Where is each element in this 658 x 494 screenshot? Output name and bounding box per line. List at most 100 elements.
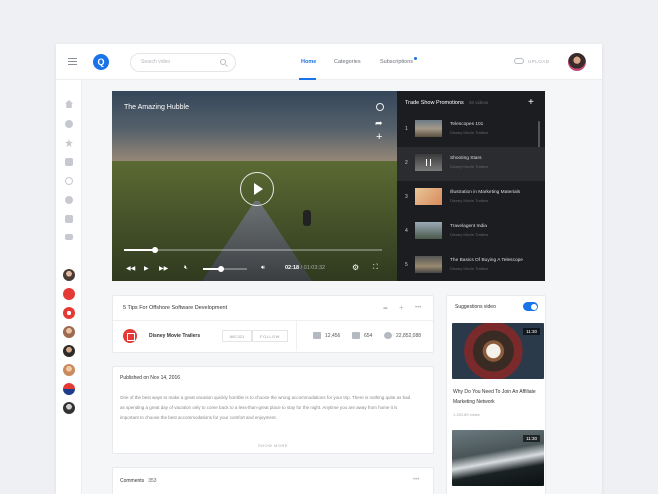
play-icon[interactable]: ▶ — [144, 265, 149, 272]
cloud-upload-icon[interactable] — [514, 58, 524, 64]
sidebar — [56, 80, 82, 494]
home-icon[interactable] — [65, 100, 73, 108]
active-tab-indicator — [299, 78, 316, 80]
channel-name[interactable]: Disney Movie Trailers — [149, 333, 200, 339]
suggestion-title[interactable]: Why Do You Need To Join An Affiliate Mar… — [453, 387, 543, 407]
divider — [296, 321, 297, 351]
add-to-playlist-icon[interactable]: + — [528, 97, 534, 108]
video-player[interactable]: The Amazing Hubble ➦ + ◀◀ ▶ ▶▶ 🔇︎ 🔊︎ 02:… — [112, 91, 397, 281]
volume-handle[interactable] — [217, 266, 224, 272]
thumbs-up-icon[interactable] — [313, 332, 321, 339]
suggestions-card: Suggestions video 11:30 Why Do You Need … — [446, 295, 546, 494]
user-avatar[interactable] — [568, 53, 586, 71]
tab-subscriptions[interactable]: Subscriptions — [380, 59, 413, 65]
search-icon[interactable] — [220, 59, 226, 65]
tab-categories[interactable]: Categories — [334, 59, 361, 65]
menu-icon[interactable] — [68, 58, 77, 65]
view-count: 22,852,088 — [396, 333, 422, 339]
star-icon[interactable] — [65, 139, 73, 147]
show-more-button[interactable]: SHOW MORE — [113, 443, 433, 448]
suggestion-thumbnail[interactable]: 11:30 — [452, 430, 544, 486]
playlist-thumbnail — [415, 188, 442, 205]
progress-fill — [124, 249, 155, 251]
comments-label: Comments — [120, 478, 145, 484]
progress-bar[interactable] — [124, 247, 382, 253]
channel-avatar[interactable] — [63, 269, 75, 281]
channel-avatar[interactable] — [63, 326, 75, 338]
volume-icon[interactable]: 🔊︎ — [261, 265, 265, 272]
playlist-item[interactable]: 3 Illustration in Marketing Materials Di… — [397, 181, 545, 215]
add-icon[interactable]: + — [399, 303, 404, 312]
autoplay-toggle[interactable] — [523, 302, 538, 311]
fast-forward-icon[interactable]: ▶▶ — [159, 265, 168, 272]
fullscreen-icon[interactable]: ⛶ — [373, 264, 378, 272]
channel-avatar[interactable] — [63, 288, 75, 300]
upload-button[interactable]: UPLOAD — [528, 59, 550, 64]
settings-icon[interactable]: ⚙ — [352, 263, 359, 272]
playlist-thumbnail — [415, 120, 442, 137]
current-time: 02:18 — [285, 265, 300, 271]
eye-icon — [384, 332, 392, 339]
more-icon[interactable]: ••• — [415, 305, 421, 311]
playlist-icon[interactable] — [65, 234, 73, 240]
playlist-item-title: The Basics Of Buying A Telescope — [450, 258, 523, 263]
published-date: Published on Nov 14, 2016 — [120, 375, 181, 381]
playlist-item[interactable]: 4 Travelagent India Disney Movie Trailer… — [397, 215, 545, 249]
pause-icon[interactable] — [426, 159, 431, 166]
playlist-item-number: 1 — [405, 126, 408, 132]
subscriber-count: 892,321 — [222, 330, 252, 342]
channel-avatar[interactable] — [63, 402, 75, 414]
user-icon[interactable] — [65, 120, 73, 128]
playlist-item-title: Travelagent India — [450, 224, 487, 229]
search-input[interactable]: Search video — [130, 53, 236, 72]
rewind-icon[interactable]: ◀◀ — [126, 265, 135, 272]
like-icon[interactable] — [65, 215, 73, 223]
thumbs-down-icon[interactable] — [352, 332, 360, 339]
app-logo[interactable]: Q — [93, 54, 109, 70]
add-icon[interactable]: + — [376, 132, 382, 143]
share-icon[interactable]: ➦ — [383, 305, 388, 312]
channel-avatar[interactable] — [63, 383, 75, 395]
playlist-item[interactable]: 2 Shooting Stars Disney Movie Trailers — [397, 147, 545, 181]
tab-home[interactable]: Home — [301, 59, 316, 65]
playlist-item-number: 3 — [405, 194, 408, 200]
cyclist-figure — [303, 210, 311, 226]
playlist-item-number: 5 — [405, 262, 408, 268]
channel-avatar[interactable] — [63, 345, 75, 357]
playlist-item-title: Shooting Stars — [450, 156, 482, 161]
playlist-item[interactable]: 1 Telescopes 101 Disney Movie Trailers — [397, 113, 545, 147]
follow-button[interactable]: FOLLOW — [252, 330, 288, 342]
clock-icon[interactable] — [65, 196, 73, 204]
mute-icon[interactable]: 🔇︎ — [184, 265, 188, 272]
app-window: Q Search video Home Categories Subscript… — [56, 44, 602, 494]
progress-handle[interactable] — [151, 247, 158, 253]
volume-slider[interactable] — [203, 266, 247, 272]
description-card: Published on Nov 14, 2016 One of the bes… — [112, 366, 434, 454]
playlist-item-channel: Disney Movie Trailers — [450, 130, 489, 135]
playlist-item-channel: Disney Movie Trailers — [450, 266, 489, 271]
playlist-item-number: 4 — [405, 228, 408, 234]
playlist-title: Trade Show Promotions — [405, 100, 464, 106]
video-duration: 11:30 — [523, 435, 540, 442]
playlist-thumbnail — [415, 256, 442, 273]
watch-later-icon[interactable] — [376, 103, 384, 111]
share-icon[interactable]: ➦ — [375, 118, 383, 129]
suggestion-thumbnail[interactable]: 11:30 — [452, 323, 544, 379]
suggestion-views: 1,253,89 views — [453, 412, 480, 417]
history-icon[interactable] — [65, 177, 73, 185]
dislike-count: 654 — [364, 333, 373, 339]
channel-avatar[interactable] — [63, 364, 75, 376]
top-bar: Q Search video Home Categories Subscript… — [56, 44, 602, 80]
more-icon[interactable]: ••• — [413, 477, 419, 483]
play-button[interactable] — [240, 172, 274, 206]
video-info-title: 5 Tips For Offshore Software Development — [123, 305, 228, 311]
playlist-item-channel: Disney Movie Trailers — [450, 232, 489, 237]
like-count: 12,456 — [325, 333, 341, 339]
playlist-item-channel: Disney Movie Trailers — [450, 164, 489, 169]
channel-avatar[interactable] — [123, 329, 137, 343]
inbox-icon[interactable] — [65, 158, 73, 166]
playlist-item-title: Illustration in Marketing Materials — [450, 190, 521, 195]
playlist-item[interactable]: 5 The Basics Of Buying A Telescope Disne… — [397, 249, 545, 283]
channel-avatar[interactable] — [63, 307, 75, 319]
playlist-count: 20 videos — [469, 100, 489, 105]
